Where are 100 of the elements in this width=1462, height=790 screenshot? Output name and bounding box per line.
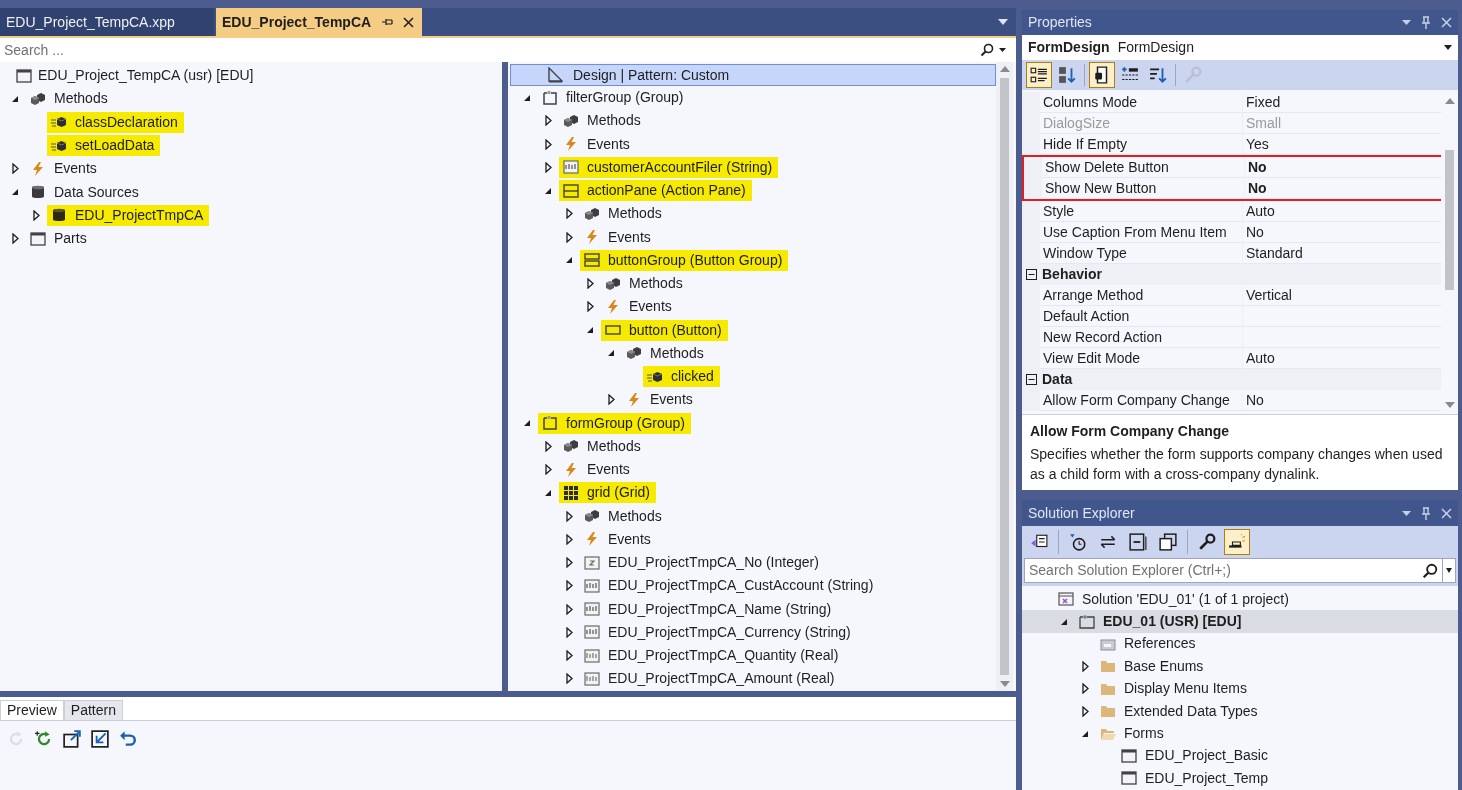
tree-item[interactable]: buttonGroup (Button Group) [608,249,783,271]
expand-arrow-icon[interactable] [586,301,594,313]
tree-item[interactable]: Data Sources [54,181,139,203]
import-button[interactable] [90,729,110,749]
tree-item[interactable]: Solution 'EDU_01' (1 of 1 project) [1082,588,1289,610]
tree-item[interactable]: EDU_ProjectTmpCA_Amount (Real) [608,668,835,690]
expand-arrow-icon[interactable] [607,394,615,406]
expand-arrow-icon[interactable] [32,209,40,221]
expand-arrow-icon[interactable] [544,440,552,452]
tree-item[interactable]: Base Enums [1124,655,1204,677]
tree-item[interactable]: Events [54,158,97,180]
search-icon[interactable] [978,41,996,59]
pin-icon[interactable] [381,17,394,27]
object-selector[interactable]: FormDesign FormDesign [1022,35,1458,60]
tree-item[interactable]: Parts [54,228,87,250]
property-name[interactable]: Arrange Method [1040,285,1242,306]
search-icon[interactable] [1422,562,1438,579]
expand-arrow-icon[interactable] [1081,705,1089,717]
property-name[interactable]: View Edit Mode [1040,348,1242,369]
tree-item[interactable]: Events [629,296,672,318]
expand-arrow-icon[interactable] [11,163,19,175]
scrollbar-thumb[interactable] [1000,78,1009,675]
expand-arrow-icon[interactable] [565,231,573,243]
collapse-arrow-icon[interactable] [544,488,552,497]
tree-item[interactable]: EDU_ProjectTmpCA_Name (String) [608,598,832,620]
dropdown-icon[interactable] [1443,568,1455,573]
tree-item[interactable]: actionPane (Action Pane) [587,180,746,202]
tree-item[interactable]: customerAccountFiler (String) [587,156,773,178]
tree-item[interactable]: Events [608,528,651,550]
expand-arrow-icon[interactable] [586,278,594,290]
collapse-arrow-icon[interactable] [11,94,19,103]
property-value[interactable]: Standard [1243,243,1441,264]
tab[interactable]: Preview [0,700,64,720]
tree-item[interactable]: classDeclaration [75,111,178,133]
expand-arrow-icon[interactable] [565,557,573,569]
tree-item[interactable]: EDU_Project_Temp [1145,767,1268,789]
collapse-arrow-icon[interactable] [565,256,573,265]
property-value[interactable]: No [1243,390,1441,411]
property-value[interactable]: Fixed [1243,92,1441,113]
tree-item[interactable]: Methods [608,505,662,527]
collapse-arrow-icon[interactable] [11,188,19,197]
collapse-arrow-icon[interactable] [544,186,552,195]
tree-item[interactable]: Methods [587,110,641,132]
export-button[interactable] [62,729,82,749]
collapse-arrow-icon[interactable] [523,93,531,102]
tab[interactable]: Pattern [63,700,123,720]
tree-item[interactable]: EDU_01 (USR) [EDU] [1103,611,1242,633]
expand-arrow-icon[interactable] [565,603,573,615]
tree-item[interactable]: EDU_ProjectTmpCA_Currency (String) [608,621,851,643]
property-value[interactable]: Auto [1243,201,1441,222]
tree-item[interactable]: grid (Grid) [587,482,650,504]
expand-arrow-icon[interactable] [544,138,552,150]
categorized-button[interactable] [1026,62,1052,88]
expand-arrow-icon[interactable] [11,233,19,245]
expand-arrow-icon[interactable] [544,161,552,173]
dropdown-icon[interactable] [1444,45,1452,50]
tree-item[interactable]: Methods [587,435,641,457]
close-icon[interactable] [403,16,415,28]
tree-item[interactable]: References [1124,633,1196,655]
property-value[interactable]: Yes [1243,134,1441,155]
property-name[interactable]: Columns Mode [1040,92,1242,113]
property-name[interactable]: Show New Button [1042,178,1244,199]
tree-item[interactable]: formGroup (Group) [566,412,686,434]
property-value[interactable]: Auto [1243,348,1441,369]
expand-arrow-icon[interactable] [544,464,552,476]
collapse-box-icon[interactable] [1025,269,1037,280]
expand-arrow-icon[interactable] [565,208,573,220]
property-value[interactable]: No [1245,157,1441,178]
tree-item[interactable]: EDU_ProjectTmpCA_No (Integer) [608,552,819,574]
preview-button[interactable] [1224,529,1250,555]
property-name[interactable]: Hide If Empty [1040,134,1242,155]
tree-item[interactable]: filterGroup (Group) [566,87,684,109]
tree-item[interactable]: Methods [54,88,108,110]
property-name[interactable]: Show Delete Button [1042,157,1244,178]
tree-item[interactable]: Methods [608,203,662,225]
tree-item[interactable]: EDU_ProjectTmpCA [75,204,204,226]
tree-item[interactable]: Events [650,389,693,411]
collapse-arrow-icon[interactable] [1081,729,1089,738]
property-value[interactable]: No [1243,222,1441,243]
undo-button[interactable] [118,729,138,749]
property-value[interactable]: No [1245,178,1441,199]
search-field[interactable]: Search Solution Explorer (Ctrl+;) [1024,558,1456,583]
property-name[interactable]: Default Action [1040,306,1242,327]
property-name[interactable]: Allow Form Company Change [1040,390,1242,411]
expand-arrow-icon[interactable] [565,673,573,685]
tree-item[interactable]: EDU_Project_TempCA (usr) [EDU] [38,65,254,87]
tree-item[interactable]: clicked [671,366,714,388]
tree-item[interactable]: Forms [1124,723,1164,745]
tree-item[interactable]: EDU_ProjectTmpCA_CustAccount (String) [608,575,874,597]
tree-item[interactable]: Design | Pattern: Custom [510,64,996,86]
scrollbar[interactable] [996,62,1013,691]
expand-arrow-icon[interactable] [565,650,573,662]
property-value[interactable]: Vertical [1243,285,1441,306]
editor-tab[interactable]: EDU_Project_TempCA [216,8,423,36]
property-page-button[interactable] [1089,62,1115,88]
property-name[interactable]: Window Type [1040,243,1242,264]
tree-item[interactable]: Events [587,459,630,481]
collapse-arrow-icon[interactable] [607,349,615,358]
expand-arrow-icon[interactable] [565,580,573,592]
tree-item[interactable]: EDU_Project_Basic [1145,745,1268,767]
